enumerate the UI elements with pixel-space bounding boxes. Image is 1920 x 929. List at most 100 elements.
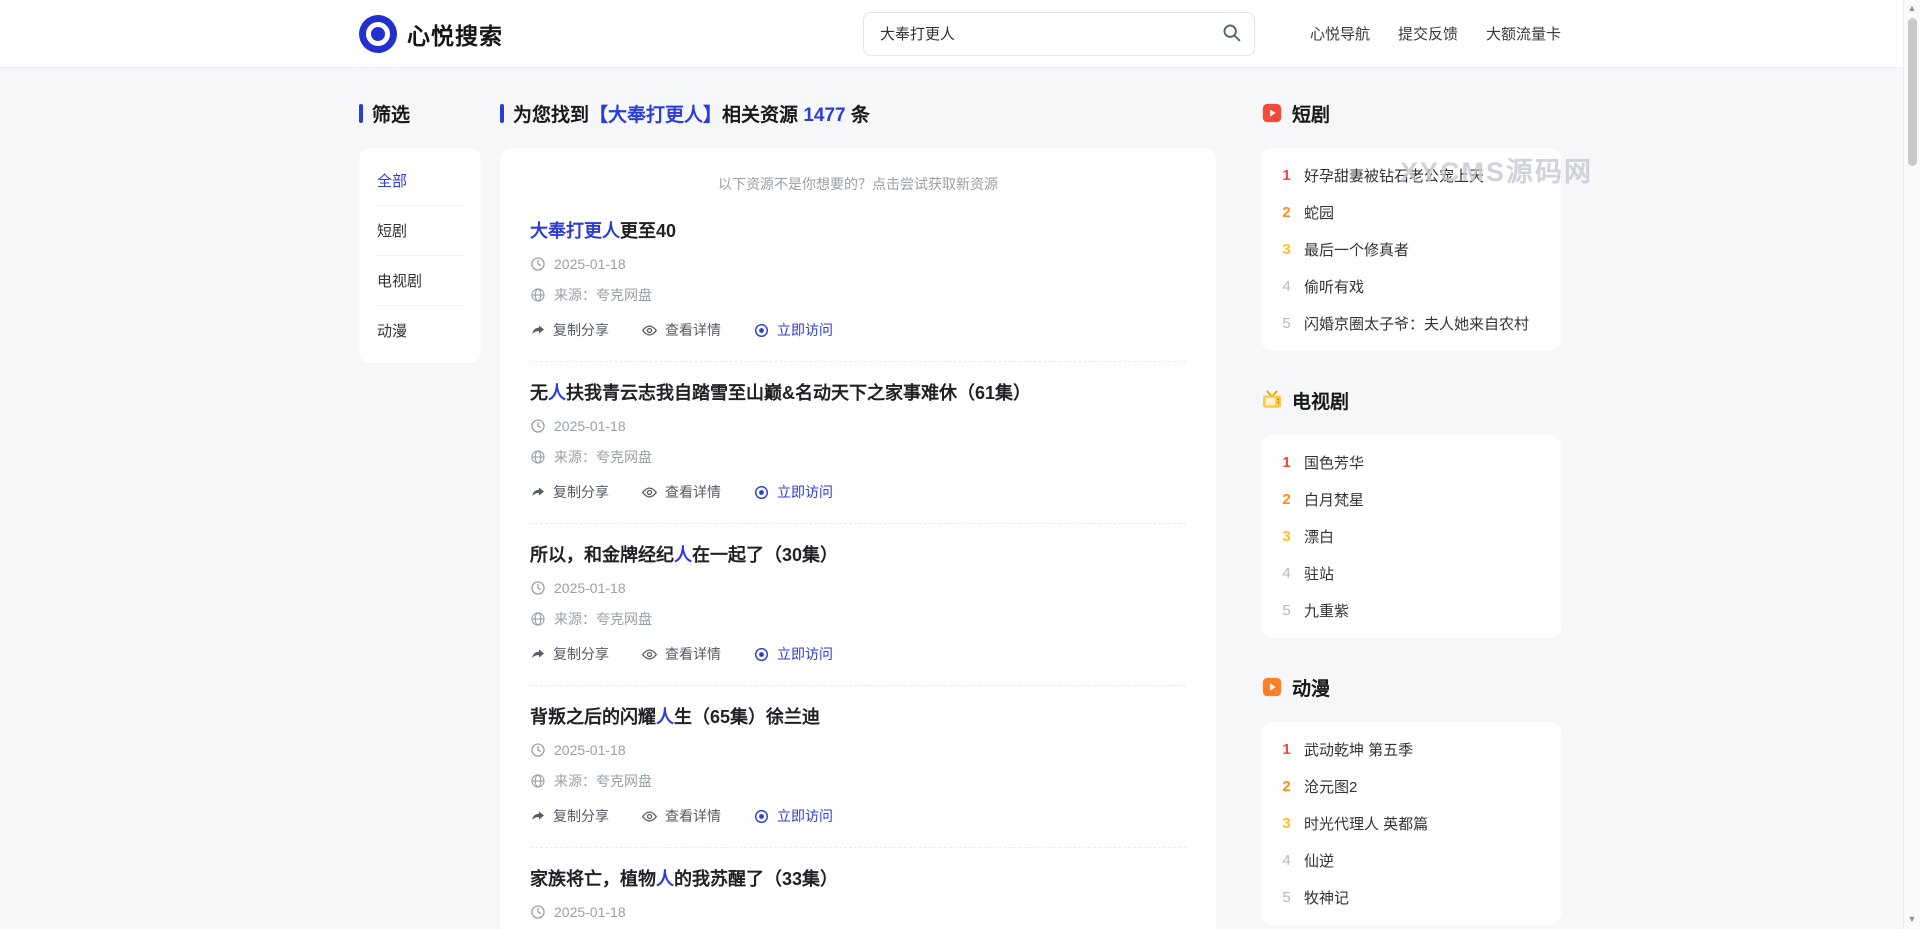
rank-item-title: 闪婚京圈太子爷：夫人她来自农村 [1304, 316, 1530, 333]
nav-link-site-nav[interactable]: 心悦导航 [1310, 23, 1370, 44]
target-icon [753, 808, 770, 825]
rank-item[interactable]: 4 仙逆 [1279, 842, 1543, 879]
target-icon [753, 484, 770, 501]
visit-now-button[interactable]: 立即访问 [753, 482, 833, 502]
rank-item[interactable]: 1 武动乾坤 第五季 [1279, 731, 1543, 768]
rank-item[interactable]: 5 牧神记 [1279, 879, 1543, 916]
results-keyword: 【大奉打更人】 [589, 104, 723, 126]
view-detail-button[interactable]: 查看详情 [641, 320, 721, 340]
copy-share-label: 复制分享 [553, 484, 609, 500]
rank-item-title: 武动乾坤 第五季 [1304, 742, 1414, 759]
result-date: 2025-01-18 [530, 742, 1186, 758]
filter-item-short-drama[interactable]: 短剧 [375, 206, 465, 256]
scrollbar-up-arrow[interactable]: ▲ [1904, 0, 1920, 16]
copy-share-button[interactable]: 复制分享 [530, 644, 609, 664]
rank-number: 2 [1282, 778, 1291, 795]
visit-now-label: 立即访问 [777, 646, 833, 662]
title-text: 无 [530, 383, 548, 403]
anime-card: 1 武动乾坤 第五季 2 沧元图2 3 时光代理人 英都篇 4 仙逆 5 牧神记 [1261, 722, 1561, 925]
rank-number: 4 [1282, 278, 1291, 295]
play-orange-icon [1261, 676, 1283, 698]
globe-icon [530, 287, 546, 303]
rank-number: 5 [1282, 315, 1291, 332]
result-source-text: 来源：夸克网盘 [554, 287, 652, 303]
rank-item[interactable]: 5 闪婚京圈太子爷：夫人她来自农村 [1279, 305, 1543, 342]
rank-number: 4 [1282, 565, 1291, 582]
result-title[interactable]: 背叛之后的闪耀人生（65集）徐兰迪 [530, 705, 1186, 729]
results-list: 大奉打更人更至40 2025-01-18 来源：夸克网盘 复制分享 查看详情 立即访问 无人… [530, 200, 1186, 929]
title-text: 更至40 [620, 221, 677, 241]
keyword-highlight: 人 [674, 545, 692, 565]
visit-now-button[interactable]: 立即访问 [753, 320, 833, 340]
share-icon [530, 322, 546, 338]
rank-item[interactable]: 1 好孕甜妻被钻石老公宠上天 [1279, 157, 1543, 194]
keyword-highlight: 人 [548, 383, 566, 403]
copy-share-button[interactable]: 复制分享 [530, 320, 609, 340]
scrollbar-down-arrow[interactable]: ▼ [1904, 911, 1920, 927]
copy-share-label: 复制分享 [553, 646, 609, 662]
globe-icon [530, 449, 546, 465]
result-date-text: 2025-01-18 [554, 256, 626, 272]
copy-share-button[interactable]: 复制分享 [530, 482, 609, 502]
results-card: 以下资源不是你想要的？点击尝试获取新资源 大奉打更人更至40 2025-01-18… [500, 148, 1216, 929]
result-source: 来源：夸克网盘 [530, 447, 1186, 467]
result-source: 来源：夸克网盘 [530, 609, 1186, 629]
search-button[interactable] [1213, 16, 1249, 52]
rank-number: 1 [1282, 167, 1291, 184]
search-icon [1221, 22, 1242, 46]
logo-icon [359, 14, 397, 53]
view-detail-button[interactable]: 查看详情 [641, 482, 721, 502]
scrollbar-thumb[interactable] [1908, 18, 1917, 166]
result-title[interactable]: 无人扶我青云志我自踏雪至山巅&名动天下之家事难休（61集） [530, 381, 1186, 405]
logo-text: 心悦搜索 [407, 22, 503, 49]
view-detail-label: 查看详情 [665, 808, 721, 824]
rank-item[interactable]: 3 漂白 [1279, 518, 1543, 555]
search-input[interactable] [863, 11, 1255, 56]
filter-item-tv-series[interactable]: 电视剧 [375, 256, 465, 306]
scrollbar[interactable]: ▲ ▼ [1903, 0, 1920, 929]
result-date: 2025-01-18 [530, 580, 1186, 596]
rank-item[interactable]: 3 最后一个修真者 [1279, 231, 1543, 268]
rank-item[interactable]: 1 国色芳华 [1279, 444, 1543, 481]
nav-link-feedback[interactable]: 提交反馈 [1398, 23, 1458, 44]
copy-share-label: 复制分享 [553, 322, 609, 338]
rankings-sidebar: 短剧 1 好孕甜妻被钻石老公宠上天 2 蛇园 3 最后一个修真者 4 偷听有戏 5 闪婚京圈太子爷：… [1261, 100, 1561, 929]
result-title[interactable]: 大奉打更人更至40 [530, 219, 1186, 243]
visit-now-button[interactable]: 立即访问 [753, 806, 833, 826]
rank-item[interactable]: 4 驻站 [1279, 555, 1543, 592]
rank-item-title: 好孕甜妻被钻石老公宠上天 [1304, 168, 1485, 185]
keyword-highlight: 大奉打更人 [530, 221, 620, 241]
tv-series-card: 1 国色芳华 2 白月梵星 3 漂白 4 驻站 5 九重紫 [1261, 435, 1561, 638]
copy-share-button[interactable]: 复制分享 [530, 806, 609, 826]
view-detail-button[interactable]: 查看详情 [641, 644, 721, 664]
rank-item[interactable]: 3 时光代理人 英都篇 [1279, 805, 1543, 842]
result-date-text: 2025-01-18 [554, 580, 626, 596]
share-icon [530, 646, 546, 662]
rank-section-tv-series: 电视剧 1 国色芳华 2 白月梵星 3 漂白 4 驻站 5 九重紫 [1261, 387, 1561, 638]
filter-item-anime[interactable]: 动漫 [375, 306, 465, 355]
rank-item[interactable]: 4 偷听有戏 [1279, 268, 1543, 305]
title-text: 所以，和金牌经纪 [530, 545, 674, 565]
rank-item[interactable]: 2 蛇园 [1279, 194, 1543, 231]
clock-icon [530, 904, 546, 920]
visit-now-button[interactable]: 立即访问 [753, 644, 833, 664]
result-title[interactable]: 所以，和金牌经纪人在一起了（30集） [530, 543, 1186, 567]
nav-link-data-card[interactable]: 大额流量卡 [1486, 23, 1561, 44]
result-source: 来源：夸克网盘 [530, 771, 1186, 791]
refresh-notice[interactable]: 以下资源不是你想要的？点击尝试获取新资源 [530, 170, 1186, 200]
filter-card: 全部 短剧 电视剧 动漫 [359, 148, 481, 363]
view-detail-button[interactable]: 查看详情 [641, 806, 721, 826]
rank-item[interactable]: 2 沧元图2 [1279, 768, 1543, 805]
result-date: 2025-01-18 [530, 418, 1186, 434]
short-drama-heading: 短剧 [1261, 100, 1561, 126]
logo[interactable]: 心悦搜索 [359, 14, 503, 53]
rank-item-title: 驻站 [1304, 566, 1335, 583]
clock-icon [530, 256, 546, 272]
rank-item[interactable]: 5 九重紫 [1279, 592, 1543, 629]
title-text: 在一起了（30集） [692, 545, 839, 565]
visit-now-label: 立即访问 [777, 484, 833, 500]
rank-item[interactable]: 2 白月梵星 [1279, 481, 1543, 518]
filter-item-all[interactable]: 全部 [375, 156, 465, 206]
top-nav: 心悦导航 提交反馈 大额流量卡 [1310, 23, 1561, 44]
result-title[interactable]: 家族将亡，植物人的我苏醒了（33集） [530, 867, 1186, 891]
